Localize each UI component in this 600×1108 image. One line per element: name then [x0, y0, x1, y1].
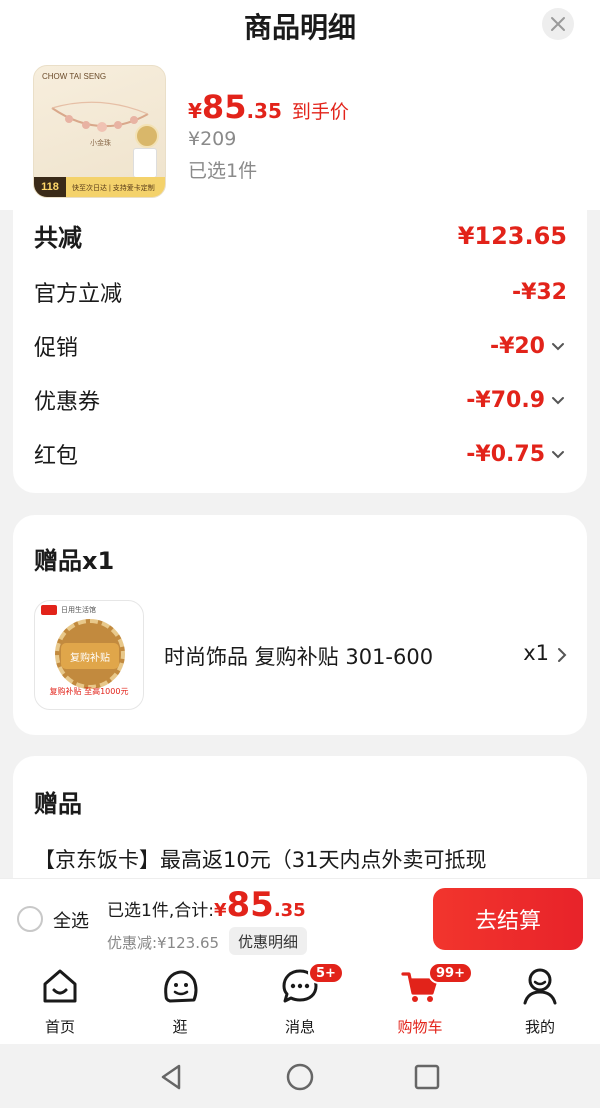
thumb-seal — [135, 124, 159, 148]
chevron-down-icon[interactable] — [549, 337, 567, 355]
close-button[interactable] — [542, 8, 574, 40]
recent-apps-icon[interactable] — [412, 1062, 442, 1092]
nav-label: 首页 — [44, 1018, 75, 1036]
price-yen: ¥ — [188, 99, 202, 123]
discount-detail-button[interactable]: 优惠明细 — [229, 927, 308, 955]
back-icon[interactable] — [157, 1062, 187, 1092]
nav-item-profile[interactable]: 我的 — [495, 966, 585, 1037]
discount-amount: -¥70.9 — [466, 387, 545, 413]
store-logo — [41, 605, 57, 615]
discount-value: -¥0.75 — [466, 442, 567, 467]
gift-seal-label: 复购补贴 — [61, 643, 119, 669]
gift-quantity: x1 — [523, 641, 549, 665]
saved-amount: 优惠减:¥123.65 — [107, 934, 220, 952]
select-all-checkbox[interactable] — [17, 906, 43, 932]
system-navigation-bar — [0, 1044, 600, 1108]
thumb-brand: CHOW TAI SENG — [42, 72, 107, 81]
select-all-label[interactable]: 全选 — [53, 907, 89, 933]
total-summary: 已选1件,合计: ¥ 85 .35 — [107, 885, 306, 925]
discount-label: 优惠券 — [34, 390, 101, 415]
chevron-down-icon[interactable] — [549, 445, 567, 463]
profile-icon — [520, 966, 560, 1006]
gift-info-card: 赠品 【京东饭卡】最高返10元（31天内点外卖可抵现 — [13, 756, 587, 896]
page-title: 商品明细 — [243, 11, 356, 44]
total-decimal: .35 — [273, 900, 306, 921]
total-label: 已选1件,合计: — [107, 901, 214, 921]
cart-icon: 99+ — [400, 962, 473, 1006]
nav-item-home[interactable]: 首页 — [15, 966, 105, 1037]
discount-breakdown-card: 共减 ¥123.65 官方立减 -¥32 促销 -¥20 优惠券 -¥70.9 … — [13, 210, 587, 493]
gift-title: 赠品x1 — [34, 547, 115, 575]
nav-item-messages[interactable]: 5+ 消息 — [255, 962, 345, 1037]
message-icon: 5+ — [280, 962, 344, 1006]
discount-value: -¥32 — [512, 280, 567, 305]
discount-row-coupon[interactable]: 优惠券 -¥70.9 — [34, 384, 567, 416]
gift-image-bottom-text: 复购补贴 至高1000元 — [49, 687, 129, 696]
notification-badge: 99+ — [428, 962, 473, 984]
total-yen: ¥ — [213, 900, 227, 921]
nav-label: 逛 — [172, 1018, 188, 1036]
bottom-navigation: 首页 逛 5+ 消息 99+ 购物车 我的 — [0, 960, 600, 1044]
checkout-bar: 全选 已选1件,合计: ¥ 85 .35 优惠减:¥123.65 优惠明细 去结… — [0, 878, 600, 960]
product-detail-header: 商品明细 CHOW TAI SENG 小金珠 118 快至次日达 | 支持爱卡定… — [0, 0, 600, 210]
notification-badge: 5+ — [308, 962, 344, 984]
gift-name[interactable]: 时尚饰品 复购补贴 301-600 — [164, 641, 433, 671]
home-circle-icon[interactable] — [285, 1062, 315, 1092]
nav-label: 购物车 — [397, 1018, 443, 1036]
price-decimal: .35 — [246, 99, 282, 123]
discount-row-official: 官方立减 -¥32 — [34, 276, 567, 308]
close-icon — [551, 17, 565, 31]
nav-label: 消息 — [284, 1018, 315, 1036]
checkout-button[interactable]: 去结算 — [433, 888, 583, 950]
gift-info-title: 赠品 — [34, 790, 82, 818]
thumb-name: 小金珠 — [90, 139, 111, 147]
product-thumbnail[interactable]: CHOW TAI SENG 小金珠 118 快至次日达 | 支持爱卡定制 — [33, 65, 166, 198]
discount-total-row: 共减 ¥123.65 — [34, 218, 567, 253]
gift-card: 赠品x1 日用生活馆 复购补贴 复购补贴 至高1000元 时尚饰品 复购补贴 3… — [13, 515, 587, 735]
price-integer: 85 — [201, 88, 247, 126]
thumb-badge: 118 — [34, 177, 66, 197]
original-price: ¥209 — [188, 128, 237, 150]
discount-row-redpacket[interactable]: 红包 -¥0.75 — [34, 438, 567, 470]
discount-value: -¥70.9 — [466, 388, 567, 413]
nav-item-cart[interactable]: 99+ 购物车 — [375, 962, 473, 1037]
discount-amount: -¥32 — [511, 279, 567, 305]
discount-value: -¥20 — [490, 334, 567, 359]
discount-label: 官方立减 — [34, 282, 123, 307]
thumb-bar-text: 快至次日达 | 支持爱卡定制 — [72, 185, 155, 192]
thumb-card — [133, 148, 157, 178]
home-icon — [40, 966, 80, 1006]
discount-total-label: 共减 — [34, 224, 82, 252]
price-suffix: 到手价 — [291, 101, 349, 123]
gift-info-text: 【京东饭卡】最高返10元（31天内点外卖可抵现 — [34, 848, 487, 872]
gift-image-top-text: 日用生活馆 — [61, 606, 96, 614]
discount-amount: -¥0.75 — [466, 441, 545, 467]
explore-icon — [160, 966, 200, 1006]
discount-amount: -¥20 — [489, 333, 545, 359]
selected-count: 已选1件 — [188, 160, 258, 182]
total-integer: 85 — [226, 885, 274, 925]
gift-image[interactable]: 日用生活馆 复购补贴 复购补贴 至高1000元 — [34, 600, 144, 710]
discount-label: 促销 — [34, 336, 79, 361]
nav-item-explore[interactable]: 逛 — [135, 966, 225, 1037]
discount-label: 红包 — [34, 444, 79, 469]
chevron-right-icon[interactable] — [553, 645, 571, 665]
chevron-down-icon[interactable] — [549, 391, 567, 409]
nav-label: 我的 — [524, 1018, 555, 1036]
discount-row-promotion[interactable]: 促销 -¥20 — [34, 330, 567, 362]
final-price: ¥ 85 .35 到手价 — [188, 88, 349, 126]
discount-total-value: ¥123.65 — [457, 221, 567, 250]
